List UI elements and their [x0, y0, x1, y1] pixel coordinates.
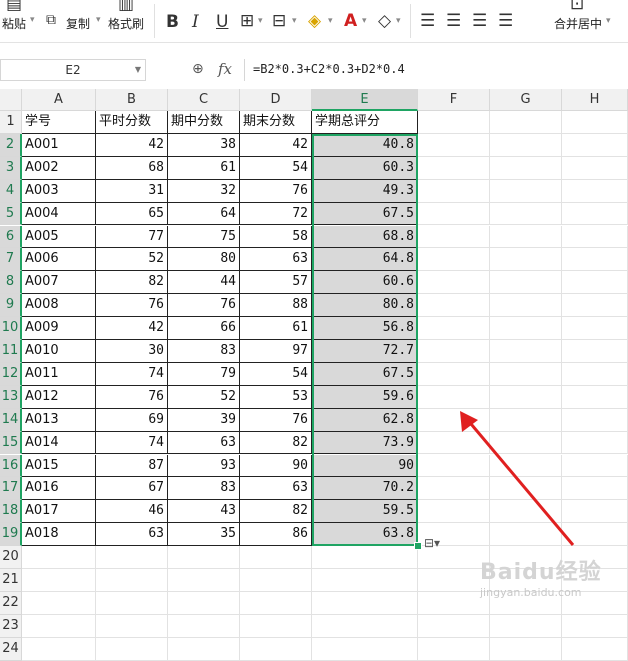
cell-g24[interactable] [490, 637, 562, 661]
row-header-23[interactable]: 23 [0, 614, 22, 638]
cell-g23[interactable] [490, 614, 562, 638]
cell-c23[interactable] [168, 614, 240, 638]
cell-h23[interactable] [562, 614, 628, 638]
cell-b24[interactable] [96, 637, 168, 661]
cell-h24[interactable] [562, 637, 628, 661]
cell-f24[interactable] [418, 637, 490, 661]
cell-d24[interactable] [240, 637, 312, 661]
cell-e24[interactable] [312, 637, 418, 661]
cell-e23[interactable] [312, 614, 418, 638]
cell-b23[interactable] [96, 614, 168, 638]
red-arrow-annotation [460, 411, 575, 546]
row-header-24[interactable]: 24 [0, 637, 22, 661]
cell-a23[interactable] [22, 614, 96, 638]
cell-f23[interactable] [418, 614, 490, 638]
cell-a24[interactable] [22, 637, 96, 661]
cell-d23[interactable] [240, 614, 312, 638]
cell-c24[interactable] [168, 637, 240, 661]
